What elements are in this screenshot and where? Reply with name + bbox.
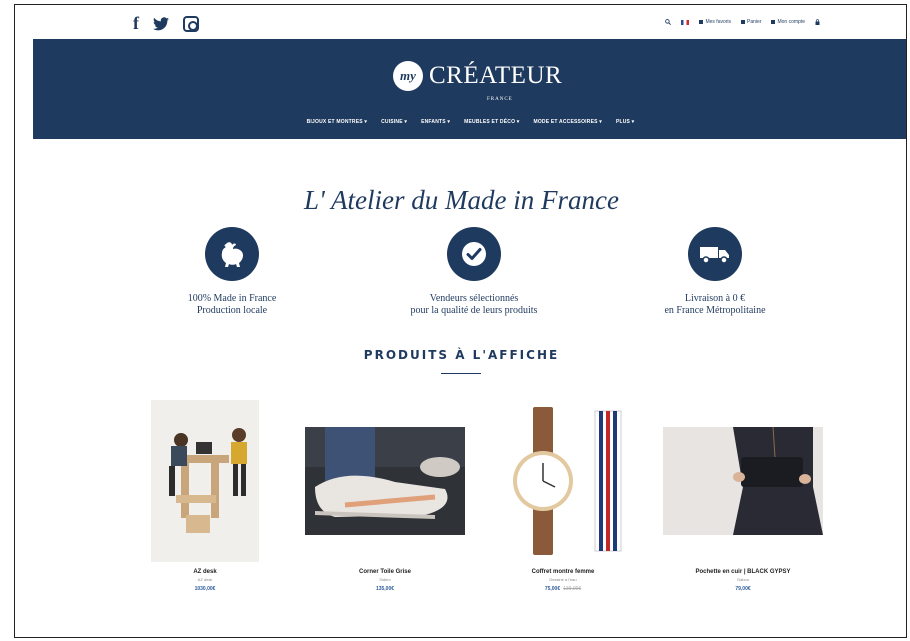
social-links: f [133,13,199,34]
cart-link[interactable]: Panier [741,19,761,25]
feature-line2: Production locale [196,305,268,316]
price-current: 135,00€ [375,586,395,592]
feature-line1: Vendeurs sélectionnés [429,293,519,304]
feature-line2: en France Métropolitaine [664,305,766,316]
feature-line2: pour la qualité de leurs produits [410,305,538,316]
product-card-az-desk[interactable]: AZ desk AZ desk 1030,00€ [165,569,245,592]
feature-line1: 100% Made in France [187,293,277,304]
cart-label: Panier [747,19,762,25]
logo-mark: my [393,61,423,91]
main-nav: BIJOUX ET MONTRES ▾ CUISINE ▾ ENFANTS ▾ … [33,119,906,125]
product-maker: Dessine à l'eau [549,577,577,582]
product-card-pochette[interactable]: Pochette en cuir | BLACK GYPSY Gabou 79,… [663,569,823,592]
product-image-corner[interactable] [305,427,465,535]
nav-item-plus[interactable]: PLUS ▾ [616,119,634,125]
product-maker: Sidero [379,577,391,582]
price-old: 139,00€ [563,586,582,592]
feature-text: Livraison à 0 € en France Métropolitaine [635,293,795,317]
price-current: 1030,00€ [194,586,216,592]
account-label: Mon compte [777,19,805,25]
twitter-icon[interactable] [153,16,169,31]
heart-icon [699,20,704,24]
search-icon[interactable] [665,19,672,25]
logo-subtitle: FRANCE [487,97,513,102]
section-divider [441,373,481,374]
product-price: 135,00€ [305,586,465,592]
product-image-az-desk[interactable] [151,400,259,562]
site-logo[interactable]: my CRÉATEUR [393,61,562,91]
top-bar: f Mes favoris Panier Mon compte [15,5,906,39]
product-card-watch[interactable]: Coffret montre femme Dessine à l'eau 75,… [493,569,633,592]
product-price: 1030,00€ [165,586,245,592]
product-maker: AZ desk [197,577,213,582]
nav-item-cuisine[interactable]: CUISINE ▾ [381,119,407,125]
feature-line1: Livraison à 0 € [684,293,746,304]
nav-item-bijoux[interactable]: BIJOUX ET MONTRES ▾ [307,119,367,125]
tagline: L' Atelier du Made in France [304,185,619,215]
favorites-link[interactable]: Mes favoris [699,19,731,25]
feature-text: Vendeurs sélectionnés pour la qualité de… [389,293,559,317]
product-image-watch[interactable] [503,407,623,555]
feature-made-in-france: 100% Made in France Production locale [162,227,302,317]
feature-delivery: Livraison à 0 € en France Métropolitaine [635,227,795,317]
instagram-icon[interactable] [183,15,199,32]
nav-item-enfants[interactable]: ENFANTS ▾ [421,119,450,125]
product-price: 75,00€ 139,00€ [493,586,633,592]
feature-text: 100% Made in France Production locale [162,293,302,317]
lock-icon[interactable] [815,19,820,25]
language-selector[interactable] [681,19,690,25]
cart-icon [741,20,746,24]
product-name[interactable]: Pochette en cuir | BLACK GYPSY [663,569,823,575]
rooster-icon [205,227,259,281]
page-frame: f Mes favoris Panier Mon compte my CRÉAT… [14,4,907,638]
product-price: 79,00€ [663,586,823,592]
flag-fr-icon [681,19,690,25]
check-icon [447,227,501,281]
product-card-corner[interactable]: Corner Toile Grise Sidero 135,00€ [305,569,465,592]
truck-icon [688,227,742,281]
product-name[interactable]: Corner Toile Grise [305,569,465,575]
section-title: PRODUITS À L'AFFICHE [363,348,560,362]
favorites-label: Mes favoris [705,19,732,25]
feature-vendors: Vendeurs sélectionnés pour la qualité de… [389,227,559,317]
product-maker: Gabou [736,577,749,582]
user-icon [771,20,776,24]
nav-item-mode[interactable]: MODE ET ACCESSOIRES ▾ [533,119,601,125]
logo-text: CRÉATEUR [429,62,563,89]
product-name[interactable]: AZ desk [165,569,245,575]
account-link[interactable]: Mon compte [771,19,805,25]
top-links: Mes favoris Panier Mon compte [665,19,820,25]
site-header: my CRÉATEUR FRANCE BIJOUX ET MONTRES ▾ C… [33,39,906,139]
product-image-pochette[interactable] [663,427,823,535]
price-current: 75,00€ [544,586,561,592]
product-name[interactable]: Coffret montre femme [493,569,633,575]
price-current: 79,00€ [735,586,751,592]
nav-item-meubles[interactable]: MEUBLES ET DÉCO ▾ [464,119,519,125]
facebook-icon[interactable]: f [133,13,139,34]
